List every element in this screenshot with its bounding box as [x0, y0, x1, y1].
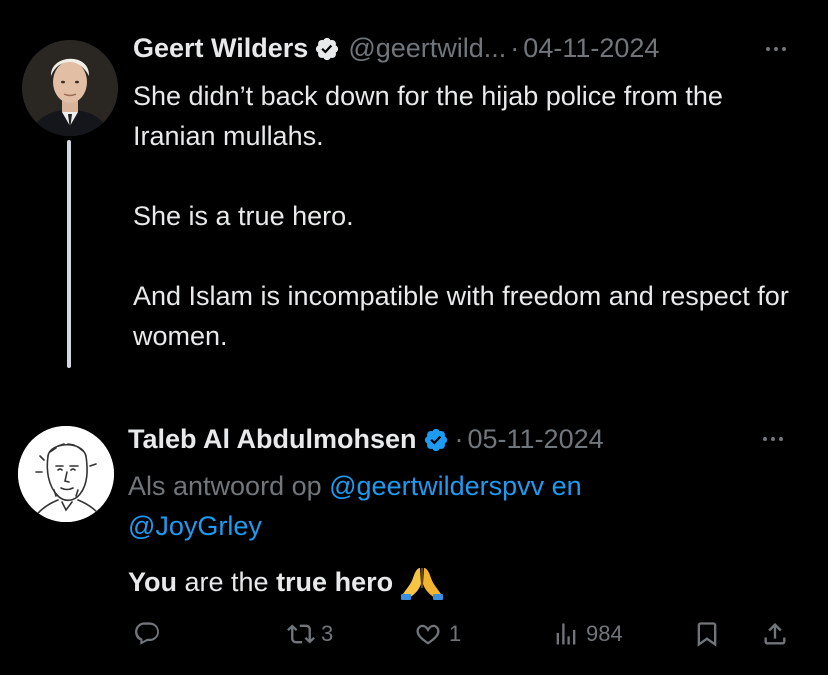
mention-link[interactable]: @JoyGrley	[128, 511, 262, 541]
reply-icon	[135, 622, 159, 645]
verified-badge-icon	[314, 36, 340, 62]
bookmark-icon	[697, 622, 717, 647]
view-count: 984	[586, 621, 623, 646]
reply-header: Taleb Al Abdulmohsen · 05-11-2024	[128, 424, 604, 455]
tweet-date[interactable]: 05-11-2024	[468, 424, 604, 455]
reply-text-bold: true hero	[276, 567, 394, 597]
retweet-count: 3	[321, 621, 334, 646]
tweet-header: Geert Wilders @geertwild... · 04-11-2024	[133, 33, 659, 64]
conjunction: en	[544, 471, 582, 501]
folded-hands-icon	[401, 564, 444, 600]
reply-text: You are the true hero	[128, 562, 444, 602]
avatar[interactable]	[18, 426, 114, 522]
reply-button[interactable]	[133, 620, 161, 648]
reply-prefix: Als antwoord op	[128, 471, 330, 501]
separator-dot: ·	[454, 424, 464, 454]
separator-dot: ·	[510, 33, 520, 63]
heart-icon	[416, 624, 440, 645]
action-bar: 3 1 984	[0, 612, 828, 656]
more-options-icon[interactable]	[763, 437, 783, 441]
retweet-button[interactable]: 3	[287, 620, 333, 648]
author-name[interactable]: Geert Wilders	[133, 33, 308, 64]
author-handle[interactable]: @geertwild...	[348, 33, 506, 64]
retweet-icon	[287, 624, 315, 644]
like-button[interactable]: 1	[413, 620, 461, 648]
tweet-text: She didn’t back down for the hijab polic…	[133, 81, 789, 351]
thread-line	[67, 140, 71, 368]
author-name[interactable]: Taleb Al Abdulmohsen	[128, 424, 417, 455]
avatar[interactable]	[22, 40, 118, 136]
reply-text-bold: You	[128, 567, 177, 597]
mention-link[interactable]: @geertwilderspvv	[329, 471, 544, 501]
analytics-icon	[556, 623, 576, 645]
more-options-icon[interactable]	[766, 47, 786, 51]
bookmark-button[interactable]	[693, 620, 721, 648]
views-button[interactable]: 984	[552, 620, 623, 648]
verified-badge-icon	[423, 427, 449, 453]
reply-context: Als antwoord op @geertwilderspvv en @Joy…	[128, 466, 688, 546]
tweet-date[interactable]: 04-11-2024	[523, 33, 659, 64]
reply-text-plain: are the	[177, 567, 277, 597]
share-button[interactable]	[761, 620, 789, 648]
like-count: 1	[449, 621, 462, 646]
share-icon	[764, 623, 786, 645]
